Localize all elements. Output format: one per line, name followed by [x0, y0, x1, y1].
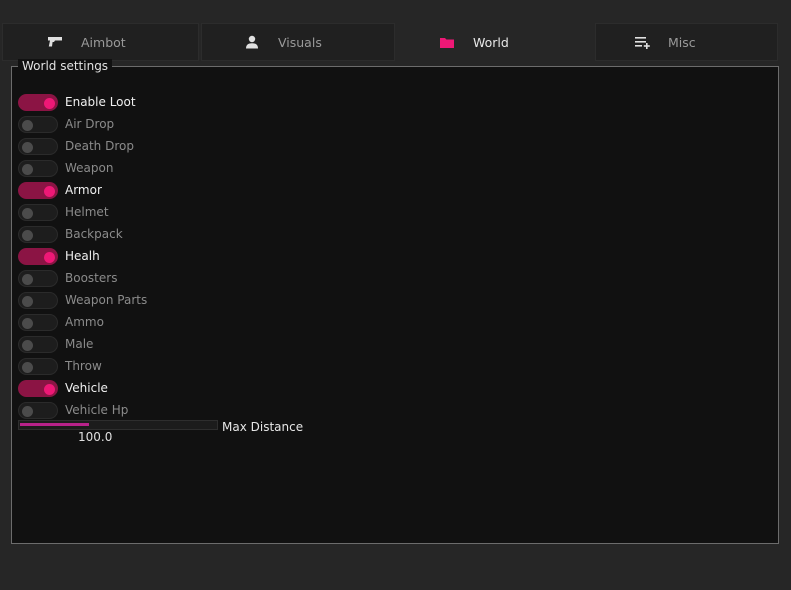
- tab-visuals-label: Visuals: [278, 34, 322, 50]
- toggle-switch[interactable]: [18, 313, 58, 331]
- toggle-label: Boosters: [65, 271, 118, 285]
- toggle-knob: [44, 251, 55, 263]
- toggle-row: Air Drop: [18, 113, 147, 135]
- toggle-row: Armor: [18, 179, 147, 201]
- toggle-switch[interactable]: [18, 181, 58, 199]
- panel-title: World settings: [18, 59, 113, 73]
- toggle-switch[interactable]: [18, 93, 58, 111]
- toggle-switch[interactable]: [18, 269, 58, 287]
- toggle-knob: [22, 273, 33, 285]
- toggle-label: Weapon Parts: [65, 293, 148, 307]
- toggle-row: Male: [18, 333, 147, 355]
- tab-world-label: World: [473, 34, 509, 50]
- tab-aimbot[interactable]: Aimbot: [2, 23, 199, 61]
- toggle-row: Weapon: [18, 157, 147, 179]
- toggle-row: Throw: [18, 355, 147, 377]
- toggle-row: Ammo: [18, 311, 147, 333]
- toggle-switch[interactable]: [18, 115, 58, 133]
- toggle-label: Armor: [65, 183, 102, 197]
- toggle-switch[interactable]: [18, 137, 58, 155]
- toggle-row: Weapon Parts: [18, 289, 147, 311]
- slider-track[interactable]: [18, 420, 218, 430]
- toggle-switch[interactable]: [18, 335, 58, 353]
- list-add-icon: [634, 34, 650, 50]
- toggle-label: Enable Loot: [65, 95, 136, 109]
- toggle-row: Boosters: [18, 267, 147, 289]
- toggle-row: Death Drop: [18, 135, 147, 157]
- toggle-switch[interactable]: [18, 203, 58, 221]
- tab-bar: Aimbot Visuals World Misc: [0, 22, 791, 62]
- toggle-label: Healh: [65, 249, 100, 263]
- slider-label: Max Distance: [222, 420, 304, 434]
- toggle-switch[interactable]: [18, 401, 58, 419]
- slider-value: 100.0: [78, 430, 113, 444]
- toggle-knob: [22, 317, 33, 329]
- toggle-switch[interactable]: [18, 291, 58, 309]
- toggle-switch[interactable]: [18, 247, 58, 265]
- pistol-icon: [47, 34, 63, 50]
- toggle-switch[interactable]: [18, 357, 58, 375]
- toggle-row: Healh: [18, 245, 147, 267]
- tab-misc-label: Misc: [668, 34, 696, 50]
- toggle-label: Vehicle Hp: [65, 403, 129, 417]
- tab-misc[interactable]: Misc: [595, 23, 778, 61]
- toggle-label: Ammo: [65, 315, 104, 329]
- toggle-knob: [22, 229, 33, 241]
- world-settings-panel: World settings Enable Loot Air Drop Deat…: [11, 59, 779, 544]
- toggle-label: Vehicle: [65, 381, 108, 395]
- toggle-label: Backpack: [65, 227, 123, 241]
- slider-fill: [20, 423, 89, 426]
- toggle-label: Death Drop: [65, 139, 134, 153]
- toggle-switch[interactable]: [18, 159, 58, 177]
- toggle-label: Weapon: [65, 161, 114, 175]
- person-icon: [244, 34, 260, 50]
- toggle-row: Vehicle Hp: [18, 399, 147, 421]
- toggle-row: Helmet: [18, 201, 147, 223]
- toggle-row: Backpack: [18, 223, 147, 245]
- toggle-row: Enable Loot: [18, 91, 147, 113]
- toggle-row: Vehicle: [18, 377, 147, 399]
- toggle-knob: [44, 383, 55, 395]
- tab-visuals[interactable]: Visuals: [201, 23, 395, 61]
- toggle-knob: [22, 141, 33, 153]
- toggle-label: Air Drop: [65, 117, 115, 131]
- toggle-label: Helmet: [65, 205, 109, 219]
- toggle-label: Male: [65, 337, 94, 351]
- folder-icon: [439, 34, 455, 50]
- toggle-switch[interactable]: [18, 225, 58, 243]
- toggle-label: Throw: [65, 359, 102, 373]
- toggle-knob: [22, 163, 33, 175]
- toggle-knob: [22, 361, 33, 373]
- toggle-knob: [44, 185, 55, 197]
- toggle-switch[interactable]: [18, 379, 58, 397]
- toggle-knob: [22, 207, 33, 219]
- toggle-knob: [44, 97, 55, 109]
- tab-world[interactable]: World: [395, 23, 595, 61]
- toggle-knob: [22, 405, 33, 417]
- toggle-knob: [22, 119, 33, 131]
- toggle-list: Enable Loot Air Drop Death Drop Weapon A…: [18, 91, 147, 421]
- toggle-knob: [22, 339, 33, 351]
- toggle-knob: [22, 295, 33, 307]
- tab-aimbot-label: Aimbot: [81, 34, 126, 50]
